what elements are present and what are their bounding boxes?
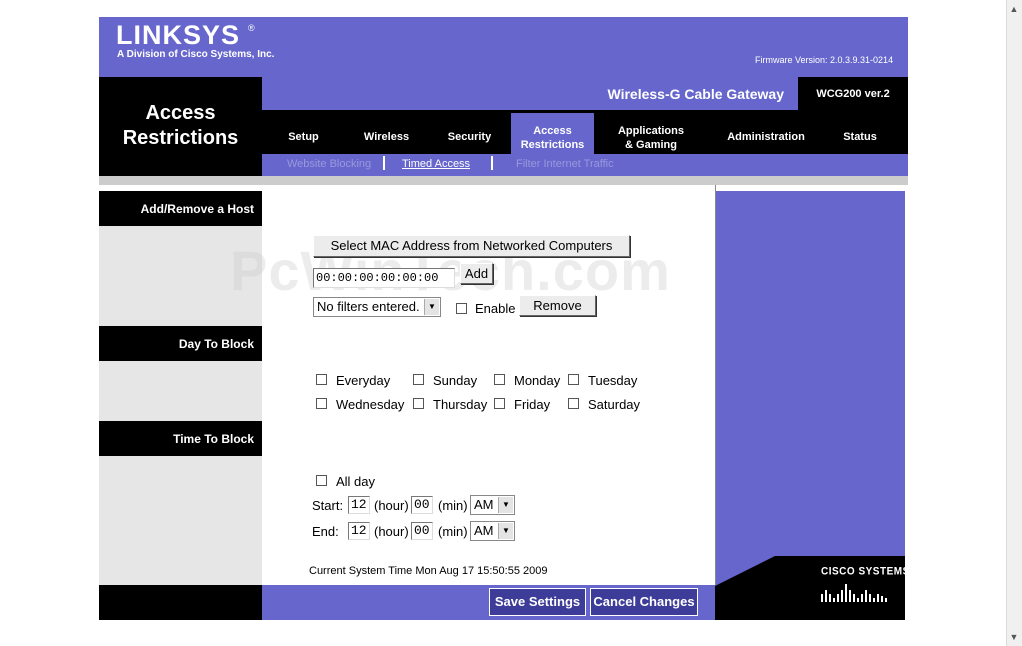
mac-address-input[interactable]: 00:00:00:00:00:00	[313, 268, 455, 288]
current-system-time: Current System Time Mon Aug 17 15:50:55 …	[309, 565, 548, 577]
saturday-label: Saturday	[588, 397, 641, 412]
all-day-label: All day	[336, 474, 376, 489]
chevron-down-icon: ▼	[498, 497, 513, 513]
end-min-input[interactable]: 00	[411, 522, 433, 540]
cisco-bars-icon	[821, 584, 887, 602]
tuesday-checkbox[interactable]	[568, 374, 579, 385]
hour-unit: (hour)	[374, 498, 409, 513]
page-title-line2: Restrictions	[122, 127, 239, 149]
friday-checkbox[interactable]	[494, 398, 505, 409]
tab-applications-gaming[interactable]: Applications & Gaming	[601, 124, 701, 152]
linksys-logo: LINKSYS	[116, 20, 241, 50]
start-ampm-select[interactable]: AM ▼	[470, 495, 515, 515]
scroll-down-arrow-icon[interactable]: ▼	[1008, 632, 1020, 642]
cisco-systems-logo: CISCO SYSTEMS	[821, 565, 910, 578]
filter-list-select[interactable]: No filters entered. ▼	[313, 297, 441, 317]
page-title-line1: Access	[145, 102, 216, 124]
thursday-checkbox[interactable]	[413, 398, 424, 409]
tab-access-line1: Access	[533, 125, 572, 137]
chevron-down-icon: ▼	[498, 523, 513, 539]
add-button[interactable]: Add	[460, 263, 493, 284]
saturday-checkbox[interactable]	[568, 398, 579, 409]
footer-left	[99, 585, 262, 620]
all-day-checkbox[interactable]	[316, 475, 327, 486]
tab-wireless[interactable]: Wireless	[345, 131, 428, 143]
registered-mark: ®	[248, 23, 255, 33]
start-hour-input[interactable]: 12	[348, 496, 370, 514]
section-label: Add/Remove a Host	[140, 202, 254, 216]
subtab-website-blocking[interactable]: Website Blocking	[287, 158, 371, 170]
model-name: WCG200 ver.2	[816, 88, 890, 100]
start-min-input[interactable]: 00	[411, 496, 433, 514]
min-unit: (min)	[438, 498, 468, 513]
min-unit: (min)	[438, 524, 468, 539]
subnav-divider	[491, 156, 493, 170]
product-name: Wireless-G Cable Gateway	[607, 86, 784, 102]
subtab-timed-access[interactable]: Timed Access	[402, 158, 470, 170]
right-decor-panel	[715, 191, 905, 558]
tuesday-label: Tuesday	[588, 373, 638, 388]
tab-apps-line2: & Gaming	[625, 139, 677, 151]
logo-tagline: A Division of Cisco Systems, Inc.	[117, 49, 275, 60]
subnav-divider	[383, 156, 385, 170]
cancel-changes-button[interactable]: Cancel Changes	[590, 588, 698, 616]
hour-unit: (hour)	[374, 524, 409, 539]
remove-button[interactable]: Remove	[519, 295, 596, 316]
tab-status[interactable]: Status	[826, 131, 894, 143]
everyday-checkbox[interactable]	[316, 374, 327, 385]
chevron-down-icon: ▼	[424, 299, 439, 315]
monday-label: Monday	[514, 373, 561, 388]
end-ampm-select[interactable]: AM ▼	[470, 521, 515, 541]
sunday-checkbox[interactable]	[413, 374, 424, 385]
scroll-up-arrow-icon[interactable]: ▲	[1008, 4, 1020, 14]
sunday-label: Sunday	[433, 373, 478, 388]
subtab-filter-internet-traffic[interactable]: Filter Internet Traffic	[516, 158, 614, 170]
tab-apps-line1: Applications	[617, 125, 684, 137]
enable-label: Enable	[475, 301, 516, 316]
tab-access-line2: Restrictions	[520, 139, 585, 151]
section-spacer	[99, 456, 262, 585]
everyday-label: Everyday	[336, 373, 391, 388]
vertical-scrollbar[interactable]	[1006, 0, 1022, 646]
filter-list-value: No filters entered.	[317, 299, 420, 314]
select-mac-button[interactable]: Select MAC Address from Networked Comput…	[313, 235, 630, 257]
enable-checkbox[interactable]	[456, 303, 467, 314]
section-label: Day To Block	[178, 337, 254, 351]
firmware-version: Firmware Version: 2.0.3.9.31-0214	[755, 55, 894, 65]
decor-slant	[715, 556, 775, 586]
thursday-label: Thursday	[433, 397, 488, 412]
save-settings-button[interactable]: Save Settings	[489, 588, 586, 616]
friday-label: Friday	[514, 397, 551, 412]
section-add-remove-host: Add/Remove a Host	[99, 191, 262, 226]
tab-security[interactable]: Security	[428, 131, 511, 143]
end-label: End:	[312, 524, 339, 539]
section-time-to-block: Time To Block	[99, 421, 262, 456]
page-title: Access Restrictions	[99, 101, 262, 151]
end-hour-input[interactable]: 12	[348, 522, 370, 540]
section-label: Time To Block	[173, 432, 254, 446]
tab-access-restrictions[interactable]: Access Restrictions	[511, 124, 594, 152]
section-spacer	[99, 361, 262, 421]
monday-checkbox[interactable]	[494, 374, 505, 385]
start-ampm-value: AM	[474, 497, 494, 512]
end-ampm-value: AM	[474, 523, 494, 538]
tab-administration[interactable]: Administration	[716, 131, 816, 143]
section-day-to-block: Day To Block	[99, 326, 262, 361]
start-label: Start:	[312, 498, 344, 513]
separator-strip	[99, 176, 908, 185]
wednesday-checkbox[interactable]	[316, 398, 327, 409]
tab-setup[interactable]: Setup	[262, 131, 345, 143]
wednesday-label: Wednesday	[336, 397, 405, 412]
